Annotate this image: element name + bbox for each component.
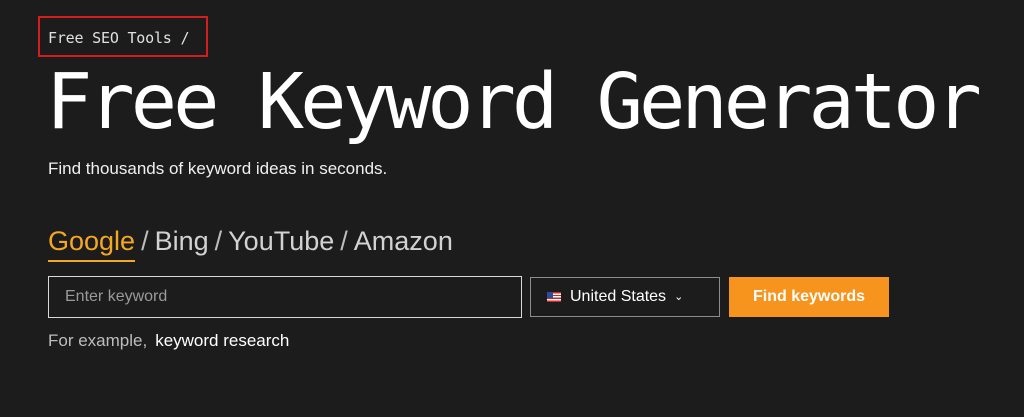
example-label: For example, (48, 331, 148, 350)
tab-separator: / (214, 226, 223, 256)
tab-google[interactable]: Google (48, 222, 136, 262)
breadcrumb[interactable]: Free SEO Tools / (48, 29, 189, 47)
tab-bing[interactable]: Bing (155, 222, 209, 260)
tab-amazon[interactable]: Amazon (354, 222, 453, 260)
tab-separator: / (340, 226, 348, 256)
example-keyword-link[interactable]: keyword research (155, 331, 289, 350)
page-subtitle: Find thousands of keyword ideas in secon… (48, 159, 388, 178)
country-select-label: United States (570, 288, 667, 305)
country-select[interactable]: United States ⌄ (530, 277, 720, 317)
chevron-down-icon: ⌄ (674, 290, 684, 303)
example-hint: For example, keyword research (48, 331, 289, 351)
tab-separator: / (141, 226, 149, 256)
search-engine-tabs: Google / Bing / YouTube / Amazon (48, 222, 453, 262)
tab-youtube[interactable]: YouTube (228, 222, 334, 260)
page-title: Free Keyword Generator (46, 58, 982, 147)
find-keywords-button[interactable]: Find keywords (729, 277, 889, 317)
keyword-input[interactable] (48, 276, 522, 318)
us-flag-icon (547, 292, 561, 302)
